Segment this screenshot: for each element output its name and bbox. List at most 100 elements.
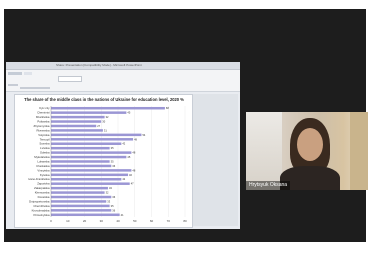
background-wall bbox=[350, 112, 368, 190]
category-label: Odeska bbox=[40, 151, 50, 155]
category-label: Ternopil bbox=[40, 137, 50, 141]
category-label: Lvivska bbox=[40, 146, 50, 150]
bar bbox=[51, 200, 107, 203]
bar bbox=[51, 182, 130, 185]
x-tick-label: 30 bbox=[100, 219, 104, 223]
bar-chart: 0 10 20 30 40 50 60 70 80 Kyiv city 68 Chernivtsi 45… bbox=[28, 106, 187, 223]
category-label: Zaporizka bbox=[37, 182, 50, 186]
category-label: Khmelnytska bbox=[33, 213, 49, 217]
data-label: 31 bbox=[104, 128, 107, 132]
category-label: Luhanska bbox=[37, 159, 50, 163]
participant-face bbox=[297, 128, 323, 161]
category-label: Kharkivska bbox=[36, 115, 50, 119]
data-label: 46 bbox=[129, 173, 132, 177]
bar bbox=[51, 129, 103, 132]
category-label: Kyivska bbox=[40, 173, 50, 177]
data-label: 45 bbox=[127, 111, 130, 115]
meeting-stage: Share: Presentation [Compatibility Mode]… bbox=[4, 9, 368, 242]
category-label: Kirovohradska bbox=[32, 208, 50, 212]
ribbon-field[interactable] bbox=[58, 76, 82, 82]
bar bbox=[51, 111, 127, 114]
data-label: 36 bbox=[112, 208, 115, 212]
bar bbox=[51, 124, 97, 128]
category-label: Rivnenska bbox=[36, 128, 50, 132]
x-tick-label: 70 bbox=[167, 219, 171, 223]
category-label: Mykolaivska bbox=[34, 155, 50, 159]
data-label: 54 bbox=[142, 133, 145, 137]
data-label: 41 bbox=[121, 213, 124, 217]
window-title: Share: Presentation [Compatibility Mode]… bbox=[56, 63, 142, 67]
data-label: 35 bbox=[111, 204, 114, 208]
bar bbox=[51, 133, 142, 137]
x-tick-label: 0 bbox=[50, 219, 52, 223]
bar bbox=[51, 115, 105, 119]
category-label: Chernihivska bbox=[33, 204, 50, 208]
participant-video[interactable]: Hrytsyuk Oksana bbox=[246, 112, 368, 190]
data-label: 32 bbox=[106, 115, 109, 119]
category-label: Khersonska bbox=[35, 191, 50, 195]
shared-screen[interactable]: Share: Presentation [Compatibility Mode]… bbox=[6, 62, 240, 229]
category-label: Zhytomyrska bbox=[33, 124, 49, 128]
bar bbox=[51, 178, 122, 181]
bar bbox=[51, 138, 134, 141]
bar bbox=[51, 142, 122, 145]
category-label: Sumska bbox=[39, 142, 50, 146]
category-label: Volynska bbox=[38, 133, 50, 137]
bar bbox=[51, 146, 110, 150]
bar bbox=[51, 120, 102, 123]
bar bbox=[51, 160, 110, 163]
data-label: 32 bbox=[106, 191, 109, 195]
meeting-window: Share: Presentation [Compatibility Mode]… bbox=[0, 0, 372, 256]
bar bbox=[51, 106, 165, 110]
bar bbox=[51, 155, 127, 159]
category-label: Chernivtsi bbox=[37, 111, 50, 115]
category-label: Zakarpatska bbox=[34, 186, 50, 190]
data-label: 36 bbox=[112, 164, 115, 168]
bar bbox=[51, 213, 120, 217]
category-label: Vinnytska bbox=[37, 168, 50, 172]
category-label: Poltavska bbox=[37, 120, 50, 124]
chart-slide: The share of the middle class in the nat… bbox=[14, 94, 193, 228]
x-tick-label: 10 bbox=[66, 219, 70, 223]
data-label: 36 bbox=[112, 195, 115, 199]
category-label: Donetska bbox=[38, 195, 50, 199]
category-label: Ivano-Frankivska bbox=[28, 177, 50, 181]
bar bbox=[51, 195, 112, 199]
slide-pane bbox=[193, 94, 238, 226]
ribbon-group-label bbox=[20, 87, 50, 89]
window-titlebar: Share: Presentation [Compatibility Mode]… bbox=[6, 62, 240, 70]
data-label: 45 bbox=[127, 155, 130, 159]
bar bbox=[51, 204, 110, 208]
bar bbox=[51, 173, 129, 177]
background-curtain bbox=[246, 112, 282, 190]
x-tick-label: 60 bbox=[150, 219, 154, 223]
x-tick-label: 50 bbox=[133, 219, 137, 223]
category-label: Cherkaska bbox=[36, 164, 50, 168]
x-tick-label: 40 bbox=[116, 219, 120, 223]
x-tick-label: 20 bbox=[83, 219, 87, 223]
data-label: 35 bbox=[111, 159, 114, 163]
data-label: 35 bbox=[111, 146, 114, 150]
ribbon-tab-file[interactable] bbox=[8, 72, 22, 75]
data-label: 49 bbox=[134, 137, 137, 141]
ribbon-group-label bbox=[8, 84, 18, 86]
bar bbox=[51, 209, 112, 212]
data-label: 47 bbox=[131, 182, 134, 186]
ribbon-toolbar bbox=[6, 70, 240, 92]
bar bbox=[51, 169, 132, 172]
data-label: 30 bbox=[102, 120, 105, 124]
ribbon-tab-home[interactable] bbox=[24, 72, 32, 75]
bar bbox=[51, 186, 108, 190]
data-label: 42 bbox=[122, 142, 125, 146]
data-label: 68 bbox=[166, 106, 169, 110]
data-label: 34 bbox=[109, 186, 112, 190]
x-tick-label: 80 bbox=[183, 219, 187, 223]
data-label: 27 bbox=[97, 124, 100, 128]
data-label: 33 bbox=[107, 199, 110, 203]
category-label: Kyiv city bbox=[39, 106, 50, 110]
bar bbox=[51, 164, 112, 168]
data-label: 48 bbox=[132, 168, 135, 172]
category-label: Dnipropetrovska bbox=[29, 199, 50, 203]
data-label: 42 bbox=[122, 177, 125, 181]
participant-name-label: Hrytsyuk Oksana bbox=[246, 181, 291, 190]
